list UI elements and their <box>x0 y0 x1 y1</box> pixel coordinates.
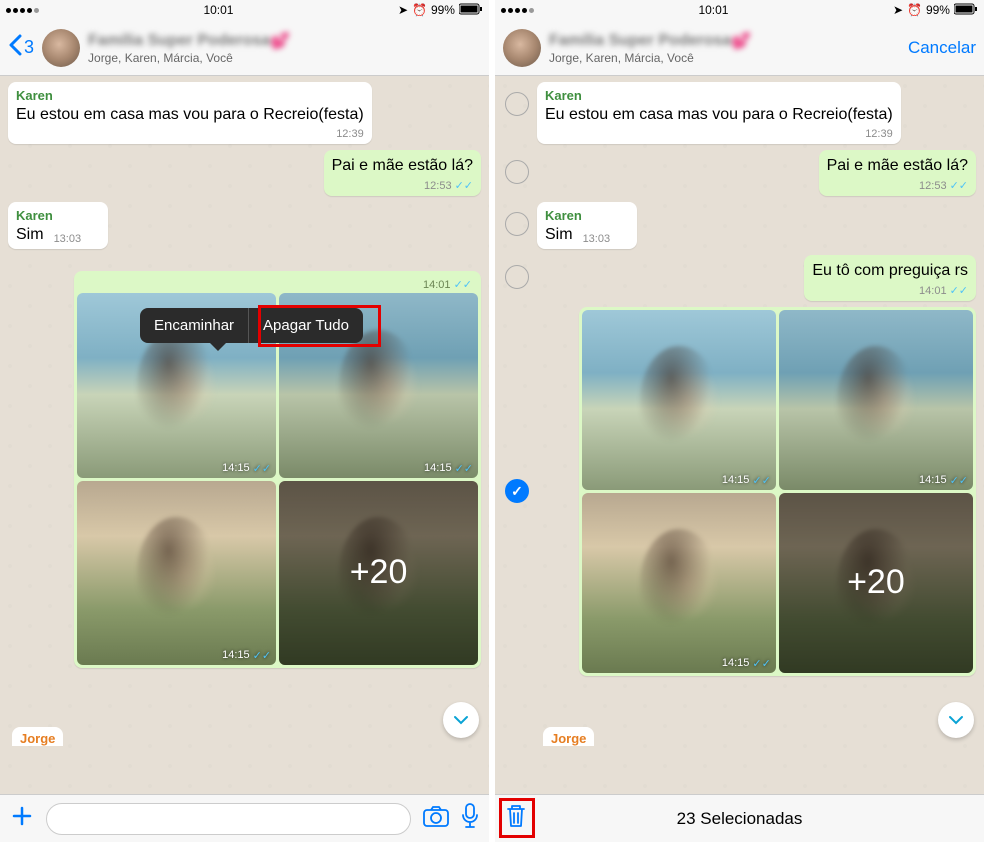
chat-body[interactable]: Karen Eu estou em casa mas vou para o Re… <box>0 76 489 794</box>
nav-bar: 3 Família Super Poderosa💕 Jorge, Karen, … <box>0 20 489 76</box>
status-time: 10:01 <box>203 3 233 17</box>
battery-percent: 99% <box>431 3 455 17</box>
plus-icon[interactable] <box>10 804 34 834</box>
location-icon: ➤ <box>398 3 408 17</box>
photo-thumbnail[interactable]: 14:15✓✓ <box>77 481 276 665</box>
chevron-down-icon <box>947 711 965 729</box>
chevron-left-icon <box>8 34 22 62</box>
sender-name: Karen <box>545 88 893 103</box>
status-bar: 10:01 ➤ ⏰ 99% <box>0 0 489 20</box>
photo-thumbnail[interactable]: 14:15✓✓ <box>582 310 776 490</box>
read-ticks: ✓✓ <box>950 285 968 297</box>
partial-message-sender: Jorge <box>543 727 594 746</box>
group-avatar[interactable] <box>503 29 541 67</box>
status-time: 10:01 <box>698 3 728 17</box>
back-button[interactable]: 3 <box>8 34 34 62</box>
incoming-message[interactable]: Karen Sim 13:03 <box>8 202 108 250</box>
message-input[interactable] <box>46 803 411 835</box>
read-ticks: ✓✓ <box>950 180 968 192</box>
sender-name: Karen <box>16 208 100 223</box>
message-text: Eu tô com preguiça rs <box>812 261 968 282</box>
camera-icon[interactable] <box>423 805 449 833</box>
forward-menu-item[interactable]: Encaminhar <box>140 308 248 343</box>
message-text: Eu estou em casa mas vou para o Recreio(… <box>16 105 364 126</box>
battery-icon <box>459 3 483 18</box>
chat-title-area[interactable]: Família Super Poderosa💕 Jorge, Karen, Má… <box>88 31 481 65</box>
alarm-icon: ⏰ <box>412 3 427 17</box>
alarm-icon: ⏰ <box>907 3 922 17</box>
selection-count: 23 Selecionadas <box>677 809 803 829</box>
message-time: 14:01 <box>423 279 451 291</box>
context-menu: Encaminhar Apagar Tudo <box>140 308 363 343</box>
message-text: Sim <box>545 225 573 246</box>
message-time: 12:39 <box>16 128 364 140</box>
outgoing-message[interactable]: Pai e mãe estão lá? 12:53✓✓ <box>324 150 481 196</box>
nav-bar-selection: Família Super Poderosa💕 Jorge, Karen, Má… <box>495 20 984 76</box>
input-bar <box>0 794 489 842</box>
select-checkbox[interactable] <box>505 212 529 236</box>
select-checkbox[interactable] <box>505 265 529 289</box>
sender-name: Karen <box>545 208 629 223</box>
location-icon: ➤ <box>893 3 903 17</box>
message-time: 12:53 <box>919 180 947 192</box>
participants-list: Jorge, Karen, Márcia, Você <box>88 51 481 65</box>
group-avatar[interactable] <box>42 29 80 67</box>
back-count: 3 <box>24 37 34 58</box>
heart-emoji: 💕 <box>731 31 751 51</box>
scroll-to-bottom-button[interactable] <box>443 702 479 738</box>
photo-album-message[interactable]: 14:15✓✓ 14:15✓✓ 14:15✓✓ +20 <box>579 307 976 676</box>
battery-icon <box>954 3 978 18</box>
message-time: 13:03 <box>54 233 82 245</box>
incoming-message[interactable]: Karen Eu estou em casa mas vou para o Re… <box>8 82 372 144</box>
participants-list: Jorge, Karen, Márcia, Você <box>549 51 900 65</box>
outgoing-message[interactable]: Eu tô com preguiça rs 14:01✓✓ <box>804 255 976 301</box>
microphone-icon[interactable] <box>461 803 479 835</box>
photo-thumbnail[interactable]: 14:15✓✓ <box>779 310 973 490</box>
select-checkbox[interactable] <box>505 160 529 184</box>
chevron-down-icon <box>452 711 470 729</box>
select-checkbox-checked[interactable] <box>505 479 529 503</box>
heart-emoji: 💕 <box>270 31 290 51</box>
read-ticks: ✓✓ <box>454 279 472 291</box>
battery-percent: 99% <box>926 3 950 17</box>
scroll-to-bottom-button[interactable] <box>938 702 974 738</box>
read-ticks: ✓✓ <box>455 180 473 192</box>
more-photos-count: +20 <box>779 493 973 673</box>
message-text: Eu estou em casa mas vou para o Recreio(… <box>545 105 893 126</box>
photo-thumbnail-more[interactable]: +20 <box>279 481 478 665</box>
left-screenshot: 10:01 ➤ ⏰ 99% 3 Família Super Poderosa💕 … <box>0 0 489 842</box>
message-time: 12:39 <box>545 128 893 140</box>
status-bar: 10:01 ➤ ⏰ 99% <box>495 0 984 20</box>
cancel-button[interactable]: Cancelar <box>908 38 976 58</box>
chat-body[interactable]: Karen Eu estou em casa mas vou para o Re… <box>495 76 984 794</box>
group-name-text: Família Super Poderosa <box>88 32 270 50</box>
partial-message-sender: Jorge <box>12 727 63 746</box>
trash-button[interactable] <box>505 803 527 835</box>
message-time: 13:03 <box>583 233 611 245</box>
sender-name: Karen <box>16 88 364 103</box>
delete-all-menu-item[interactable]: Apagar Tudo <box>249 308 363 343</box>
select-checkbox[interactable] <box>505 92 529 116</box>
selection-toolbar: 23 Selecionadas <box>495 794 984 842</box>
incoming-message[interactable]: Karen Eu estou em casa mas vou para o Re… <box>537 82 901 144</box>
photo-thumbnail-more[interactable]: +20 <box>779 493 973 673</box>
message-text: Sim <box>16 225 44 246</box>
outgoing-message[interactable]: Pai e mãe estão lá? 12:53✓✓ <box>819 150 976 196</box>
message-text: Pai e mãe estão lá? <box>827 156 968 177</box>
chat-title-area[interactable]: Família Super Poderosa💕 Jorge, Karen, Má… <box>549 31 900 65</box>
more-photos-count: +20 <box>279 481 478 665</box>
message-text: Pai e mãe estão lá? <box>332 156 473 177</box>
incoming-message[interactable]: Karen Sim 13:03 <box>537 202 637 250</box>
photo-thumbnail[interactable]: 14:15✓✓ <box>582 493 776 673</box>
message-time: 12:53 <box>424 180 452 192</box>
group-name-text: Família Super Poderosa <box>549 32 731 50</box>
right-screenshot: 10:01 ➤ ⏰ 99% Família Super Poderosa💕 Jo… <box>495 0 984 842</box>
message-time: 14:01 <box>919 285 947 297</box>
